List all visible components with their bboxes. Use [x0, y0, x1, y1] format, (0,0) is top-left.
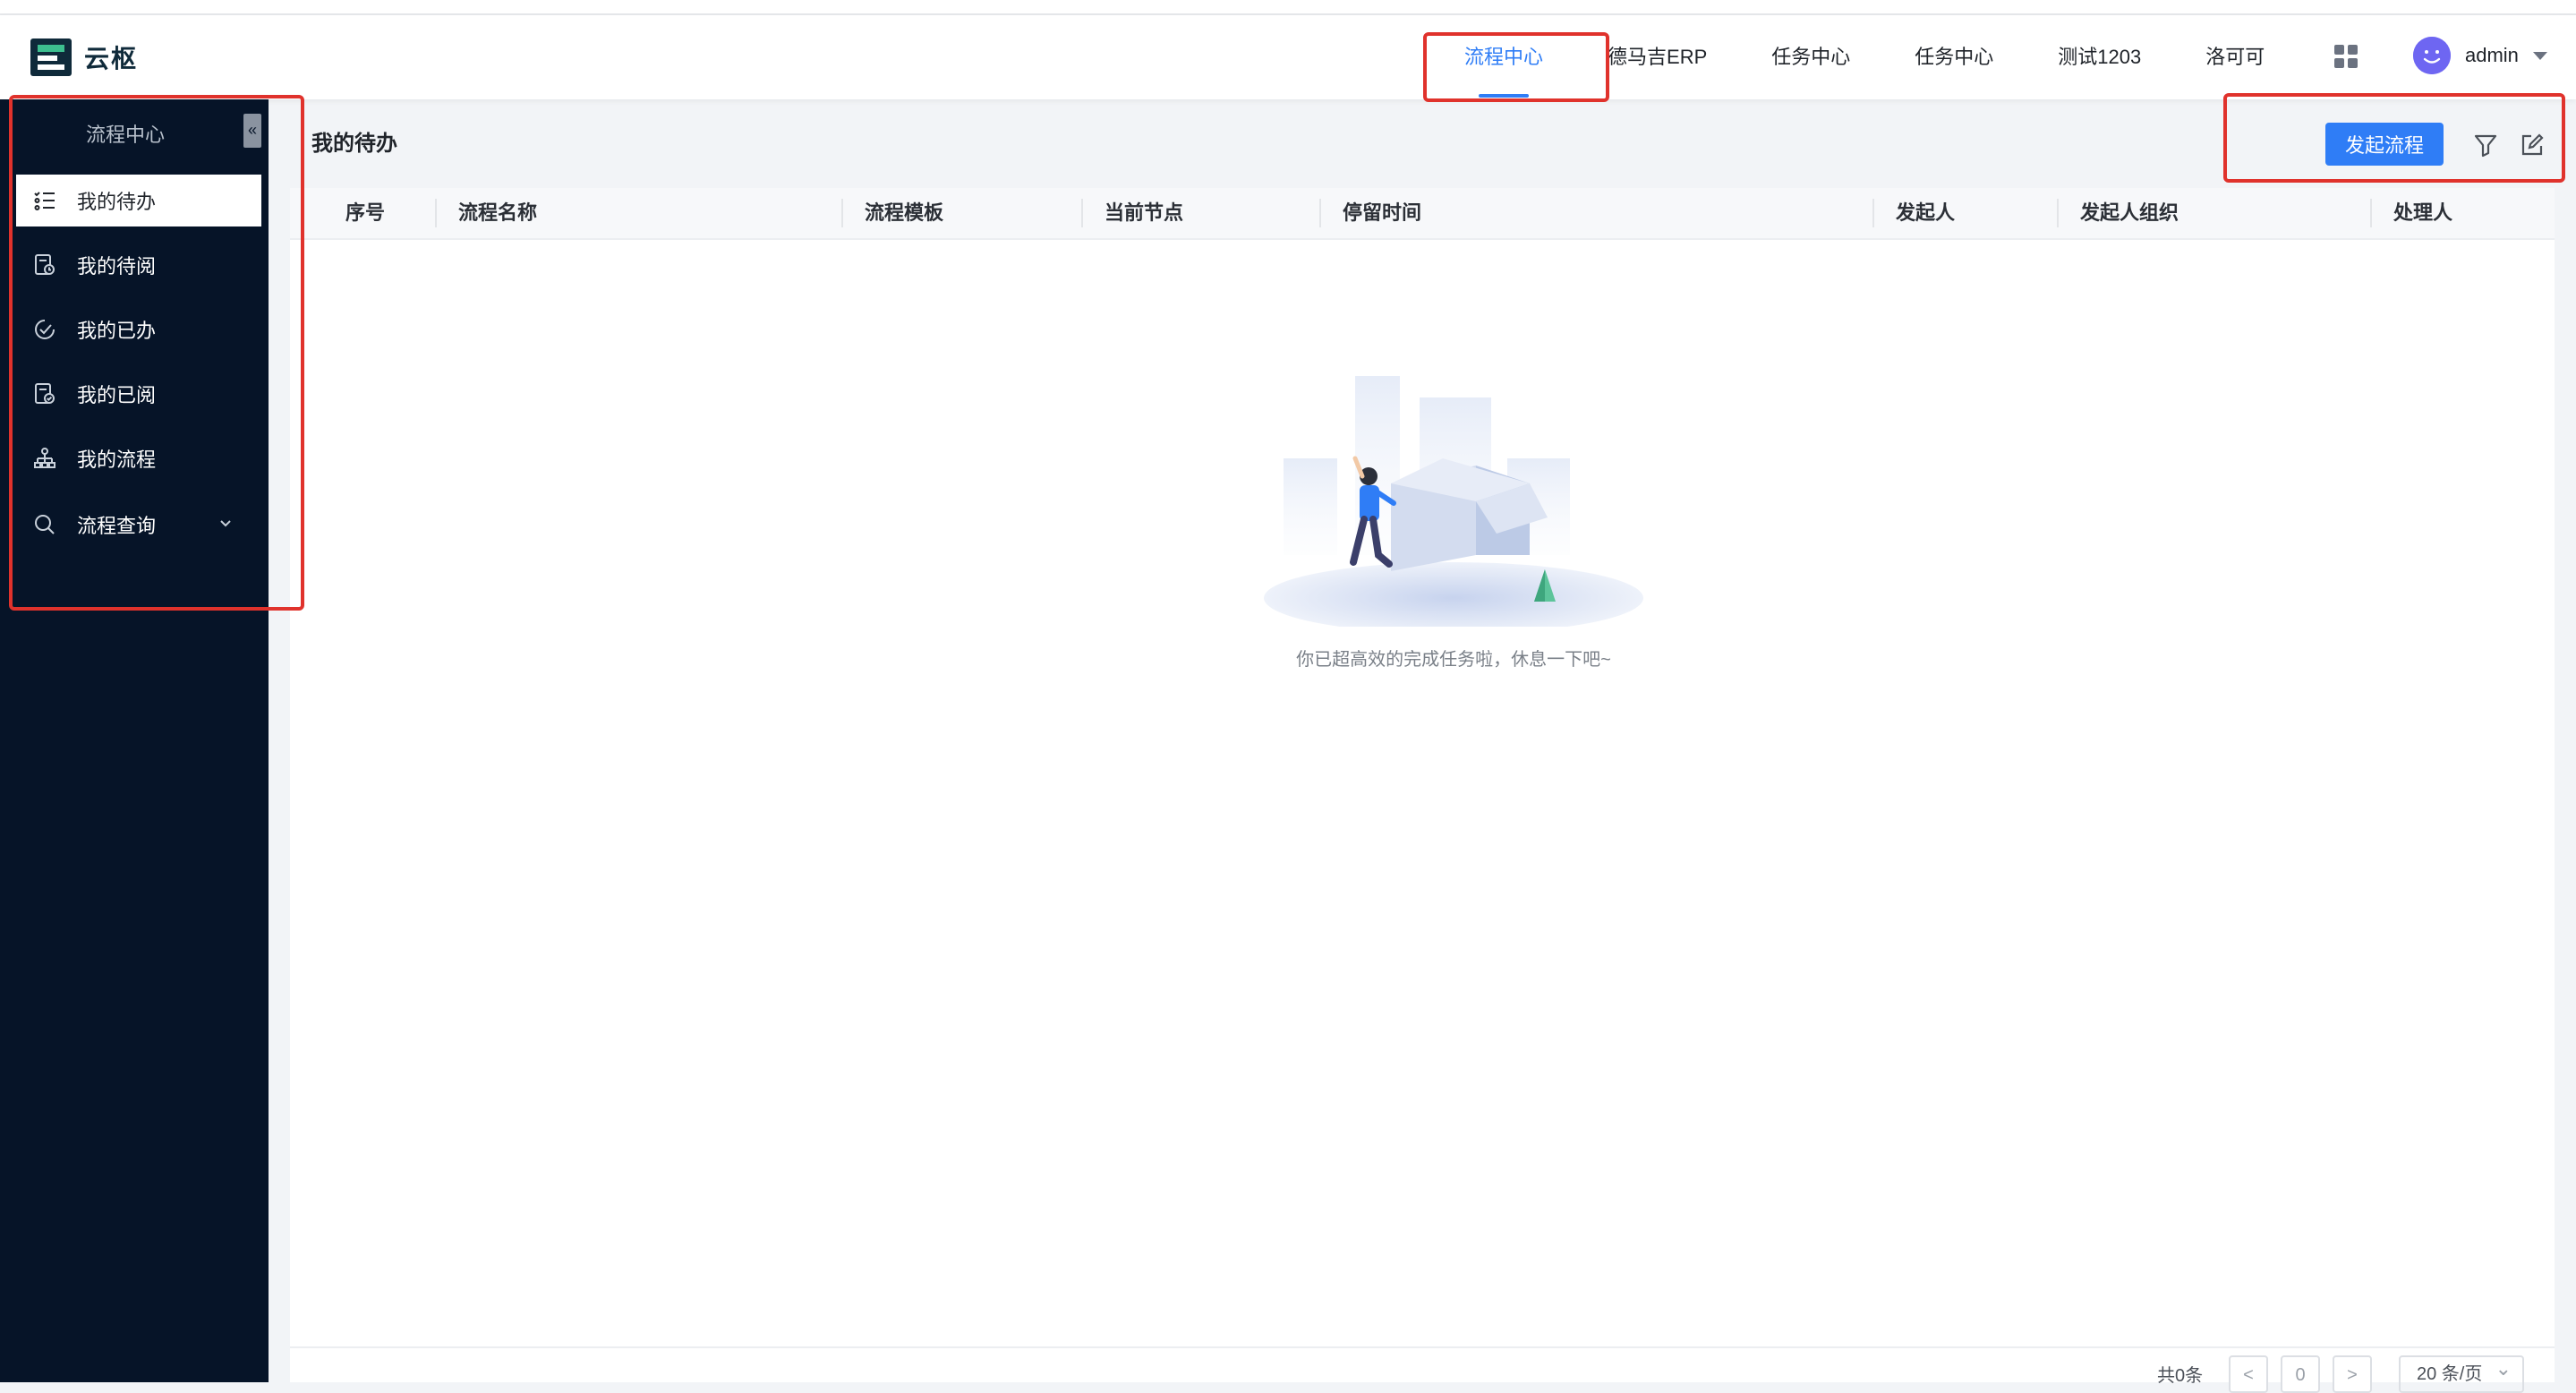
todo-table-panel: 序号 流程名称 流程模板 当前节点 停留时间 发起人 发起人组织 处理人 你已超… [290, 188, 2555, 1393]
pagination-total: 共0条 [2157, 1366, 2204, 1386]
empty-state: 你已超高效的完成任务啦，休息一下吧~ [1230, 376, 1677, 670]
app-grid-cell [2334, 45, 2344, 55]
top-header: 云枢 流程中心 德马吉ERP 任务中心 任务中心 测试1203 洛可可 admi… [0, 15, 2576, 99]
column-divider [1872, 199, 1874, 227]
empty-state-illustration [1264, 376, 1643, 634]
prev-page-button[interactable]: < [2229, 1355, 2268, 1393]
app-grid-cell [2348, 58, 2358, 68]
avatar [2413, 37, 2451, 74]
nav-item-test1203[interactable]: 测试1203 [2026, 15, 2173, 99]
column-divider [841, 199, 843, 227]
user-menu[interactable]: admin [2413, 37, 2547, 74]
column-header-handler: 处理人 [2393, 201, 2453, 224]
sidebar-item-label: 我的已阅 [77, 384, 157, 406]
nav-item-task-center-2[interactable]: 任务中心 [1882, 15, 2026, 99]
collapse-sidebar-button[interactable]: « [243, 114, 261, 148]
todo-list-icon [32, 188, 57, 213]
column-header-initiator-org: 发起人组织 [2080, 201, 2179, 224]
app-grid-icon[interactable] [2334, 45, 2358, 68]
sidebar-item-label: 我的流程 [77, 449, 157, 471]
page-title: 我的待办 [311, 132, 397, 156]
workflow-icon [32, 446, 57, 471]
edit-columns-icon[interactable] [2519, 132, 2546, 158]
column-header-index: 序号 [345, 201, 386, 224]
sidebar-item-label: 流程查询 [77, 515, 157, 537]
next-page-button[interactable]: > [2333, 1355, 2372, 1393]
column-divider [2057, 199, 2059, 227]
column-header-current-node: 当前节点 [1105, 201, 1184, 224]
nav-item-erp[interactable]: 德马吉ERP [1575, 15, 1739, 99]
window-top-strip [0, 0, 2576, 15]
pagination: 共0条 < 0 > 20 条/页 [290, 1346, 2555, 1393]
chevron-down-icon [218, 517, 233, 535]
sidebar: 流程中心 « 我的待办 我的待阅 我的已办 我的已阅 我的流程 流程查询 [0, 99, 269, 1382]
sidebar-item-label: 我的待办 [77, 191, 157, 213]
logo-icon [30, 38, 72, 76]
column-header-stay-time: 停留时间 [1343, 201, 1422, 224]
nav-item-task-center[interactable]: 任务中心 [1739, 15, 1882, 99]
app-grid-cell [2334, 58, 2344, 68]
table-header: 序号 流程名称 流程模板 当前节点 停留时间 发起人 发起人组织 处理人 [290, 188, 2555, 240]
caret-down-icon [2532, 51, 2547, 60]
nav-item-process-center[interactable]: 流程中心 [1432, 15, 1575, 99]
nav-item-rococo[interactable]: 洛可可 [2173, 15, 2297, 99]
column-divider [1081, 199, 1083, 227]
sidebar-item-process-query[interactable]: 流程查询 [16, 499, 261, 551]
empty-state-text: 你已超高效的完成任务啦，休息一下吧~ [1296, 650, 1611, 670]
search-icon [32, 512, 57, 537]
sidebar-item-my-workflow[interactable]: 我的流程 [16, 432, 261, 484]
current-page[interactable]: 0 [2281, 1355, 2320, 1393]
sidebar-item-label: 我的待阅 [77, 255, 157, 278]
start-process-button[interactable]: 发起流程 [2325, 123, 2444, 166]
column-header-process-name: 流程名称 [458, 201, 538, 224]
sidebar-item-my-todo[interactable]: 我的待办 [16, 175, 261, 226]
sidebar-title: 流程中心 [85, 124, 165, 146]
column-header-initiator: 发起人 [1896, 201, 1956, 224]
logo-text: 云枢 [84, 45, 139, 73]
logo[interactable]: 云枢 [30, 38, 138, 76]
app-grid-cell [2348, 45, 2358, 55]
user-name: admin [2465, 44, 2519, 66]
top-nav: 流程中心 德马吉ERP 任务中心 任务中心 测试1203 洛可可 [1432, 15, 2297, 99]
page-header: 我的待办 发起流程 [290, 116, 2555, 188]
filter-icon[interactable] [2472, 132, 2499, 158]
read-icon [32, 381, 57, 406]
sidebar-item-label: 我的已办 [77, 320, 157, 342]
sidebar-item-my-read[interactable]: 我的已阅 [16, 368, 261, 420]
to-read-icon [32, 252, 57, 278]
sidebar-item-my-to-read[interactable]: 我的待阅 [16, 239, 261, 291]
column-header-process-template: 流程模板 [865, 201, 944, 224]
sidebar-item-my-done[interactable]: 我的已办 [16, 303, 261, 355]
column-divider [2370, 199, 2372, 227]
main-content: 我的待办 发起流程 序号 流程名称 流程模板 当前节点 停留时间 发起人 发起人… [290, 116, 2555, 1393]
done-icon [32, 317, 57, 342]
column-divider [1319, 199, 1321, 227]
column-divider [435, 199, 437, 227]
page-size-select[interactable]: 20 条/页 [2399, 1352, 2524, 1393]
